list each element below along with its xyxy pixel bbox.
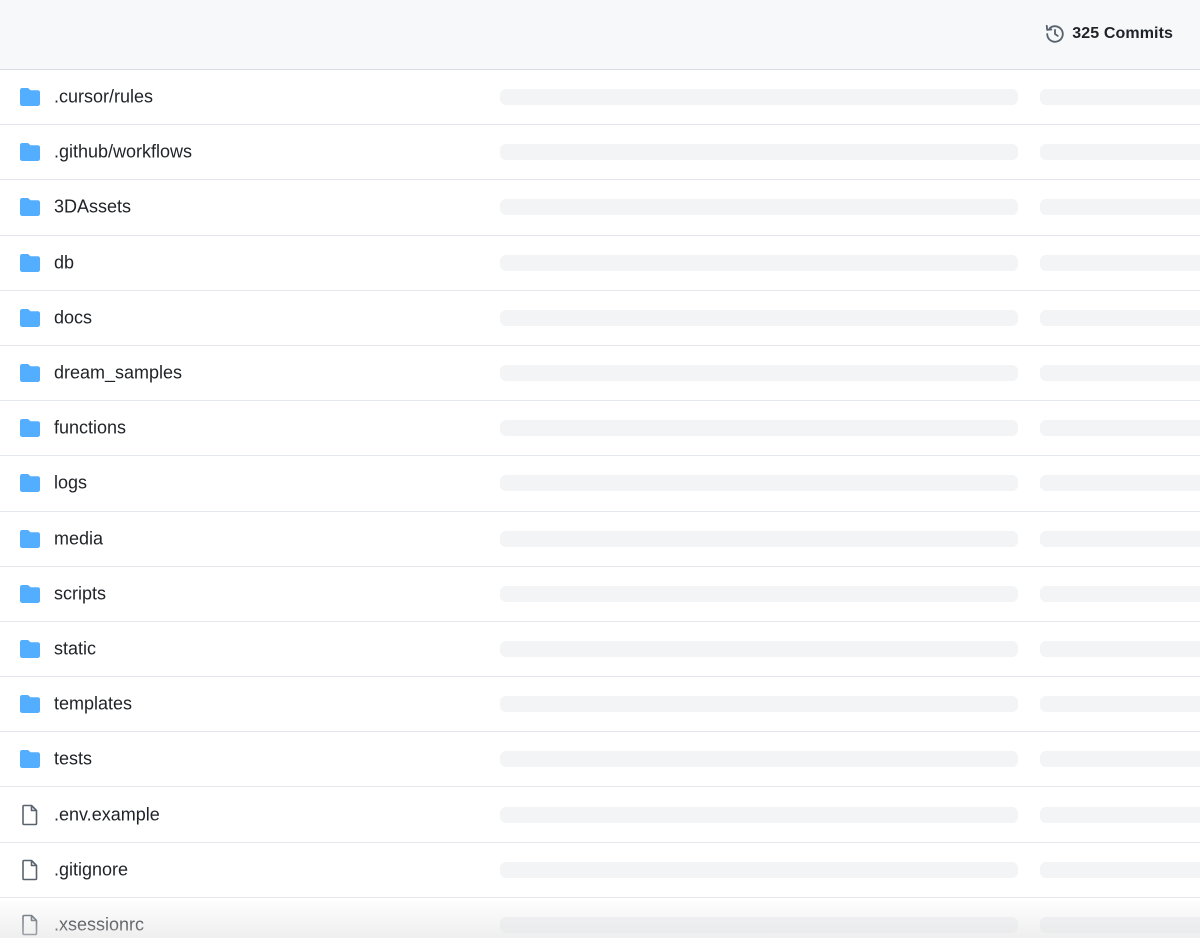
folder-icon <box>18 749 42 769</box>
file-row-2[interactable]: 3DAssets <box>0 180 1200 236</box>
commits-link[interactable]: 325 Commits <box>1044 22 1173 46</box>
commit-date-placeholder <box>1040 475 1200 492</box>
folder-icon <box>18 142 42 162</box>
commit-date-placeholder <box>1040 751 1200 768</box>
commit-message-placeholder <box>500 254 1018 271</box>
folder-icon <box>18 197 42 217</box>
commit-date-placeholder <box>1040 530 1200 547</box>
file-row-1[interactable]: .github/workflows <box>0 125 1200 181</box>
file-row-14[interactable]: .gitignore <box>0 843 1200 898</box>
file-name[interactable]: logs <box>54 473 87 494</box>
file-name[interactable]: functions <box>54 418 126 439</box>
commit-message-placeholder <box>500 365 1018 382</box>
commit-date-placeholder <box>1040 420 1200 437</box>
file-name[interactable]: tests <box>54 749 92 770</box>
file-row-15[interactable]: .xsessionrc <box>0 898 1200 938</box>
commit-message-placeholder <box>500 420 1018 437</box>
file-icon <box>18 914 42 936</box>
folder-icon <box>18 639 42 659</box>
commit-date-placeholder <box>1040 916 1200 933</box>
commit-message-placeholder <box>500 530 1018 547</box>
file-row-10[interactable]: static <box>0 622 1200 678</box>
commit-date-placeholder <box>1040 806 1200 823</box>
file-name[interactable]: media <box>54 528 103 549</box>
file-name[interactable]: .env.example <box>54 804 160 825</box>
folder-icon <box>18 694 42 714</box>
commit-date-placeholder <box>1040 861 1200 878</box>
file-row-6[interactable]: functions <box>0 401 1200 457</box>
commit-message-placeholder <box>500 751 1018 768</box>
commit-message-placeholder <box>500 475 1018 492</box>
file-row-8[interactable]: media <box>0 512 1200 567</box>
file-list-header: 325 Commits <box>0 0 1200 70</box>
commit-message-placeholder <box>500 640 1018 657</box>
commit-message-placeholder <box>500 696 1018 713</box>
folder-icon <box>18 363 42 383</box>
folder-icon <box>18 253 42 273</box>
file-icon <box>18 859 42 881</box>
file-row-5[interactable]: dream_samples <box>0 346 1200 402</box>
file-row-11[interactable]: templates <box>0 677 1200 733</box>
commit-date-placeholder <box>1040 365 1200 382</box>
file-name[interactable]: .github/workflows <box>54 142 192 163</box>
folder-icon <box>18 308 42 328</box>
commits-count: 325 Commits <box>1072 25 1173 42</box>
file-name[interactable]: dream_samples <box>54 363 182 384</box>
repo-file-browser: 325 Commits .cursor/rules .github/workfl… <box>0 0 1200 938</box>
commit-message-placeholder <box>500 199 1018 216</box>
commit-message-placeholder <box>500 585 1018 602</box>
commit-date-placeholder <box>1040 89 1200 106</box>
commit-date-placeholder <box>1040 640 1200 657</box>
folder-icon <box>18 473 42 493</box>
file-name[interactable]: db <box>54 252 74 273</box>
file-list: .cursor/rules .github/workflows 3DAssets… <box>0 70 1200 938</box>
folder-icon <box>18 529 42 549</box>
commit-message-placeholder <box>500 309 1018 326</box>
file-row-7[interactable]: logs <box>0 456 1200 512</box>
file-name[interactable]: docs <box>54 307 92 328</box>
commit-date-placeholder <box>1040 309 1200 326</box>
commit-date-placeholder <box>1040 199 1200 216</box>
commit-date-placeholder <box>1040 585 1200 602</box>
file-name[interactable]: templates <box>54 694 132 715</box>
commit-message-placeholder <box>500 806 1018 823</box>
folder-icon <box>18 418 42 438</box>
folder-icon <box>18 584 42 604</box>
folder-icon <box>18 87 42 107</box>
commit-message-placeholder <box>500 916 1018 933</box>
commit-date-placeholder <box>1040 696 1200 713</box>
file-name[interactable]: .xsessionrc <box>54 914 144 935</box>
file-name[interactable]: .gitignore <box>54 859 128 880</box>
file-name[interactable]: scripts <box>54 583 106 604</box>
commit-message-placeholder <box>500 89 1018 106</box>
file-row-0[interactable]: .cursor/rules <box>0 70 1200 126</box>
file-row-13[interactable]: .env.example <box>0 787 1200 843</box>
file-row-3[interactable]: db <box>0 236 1200 291</box>
commit-message-placeholder <box>500 144 1018 161</box>
file-row-9[interactable]: scripts <box>0 567 1200 622</box>
commit-date-placeholder <box>1040 254 1200 271</box>
commit-date-placeholder <box>1040 144 1200 161</box>
file-name[interactable]: .cursor/rules <box>54 87 153 108</box>
file-row-12[interactable]: tests <box>0 732 1200 788</box>
file-name[interactable]: static <box>54 638 96 659</box>
commit-message-placeholder <box>500 861 1018 878</box>
history-icon <box>1044 23 1066 45</box>
file-row-4[interactable]: docs <box>0 291 1200 346</box>
file-name[interactable]: 3DAssets <box>54 197 131 218</box>
file-icon <box>18 804 42 825</box>
